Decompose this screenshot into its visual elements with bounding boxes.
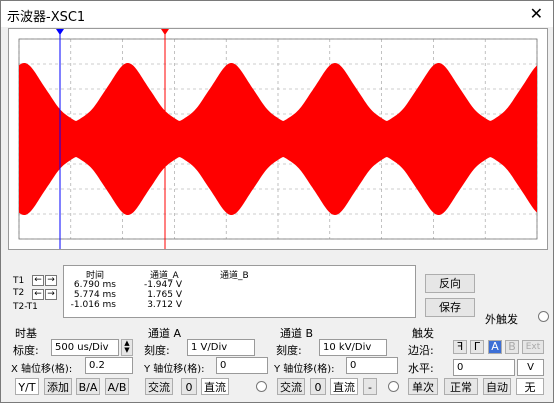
channel-a-ypos-field[interactable]: 0 [216, 357, 268, 374]
save-button[interactable]: 保存 [425, 298, 475, 317]
ch-a-t2: 1.765 V [147, 290, 182, 300]
t2-left-arrow-icon[interactable]: ← [32, 289, 44, 300]
ext-trigger-label: 外触发 [485, 313, 518, 326]
trigger-source-ext-button[interactable]: Ext [522, 340, 544, 354]
channel-b-ypos-field[interactable]: 0 [346, 357, 398, 374]
channel-b-ac-button[interactable]: 交流 [277, 378, 305, 395]
t2-right-arrow-icon[interactable]: → [45, 289, 57, 300]
channel-a-scale-field[interactable]: 1 V/Div [187, 339, 255, 356]
timebase-spinner-icon[interactable]: ▲ ▼ [121, 339, 133, 356]
trigger-level-unit[interactable]: V [517, 359, 544, 376]
channel-b-radio[interactable] [388, 381, 399, 392]
channel-b-scale-label: 刻度: [276, 344, 302, 357]
timebase-scale-label: 标度: [13, 344, 39, 357]
channel-b-zero-button[interactable]: 0 [310, 378, 326, 395]
timebase-xpos-label: X 轴位移(格): [11, 364, 73, 375]
trigger-none-button[interactable]: 无 [516, 378, 544, 395]
t1-right-arrow-icon[interactable]: → [45, 275, 57, 286]
row-label-t2-t1: T2-T1 [13, 302, 38, 312]
channel-a-dc-button[interactable]: 直流 [201, 378, 229, 395]
trigger-rising-edge-button[interactable]: ꟻ [453, 340, 467, 354]
reverse-button[interactable]: 反向 [425, 274, 475, 293]
trigger-level-label: 水平: [408, 362, 434, 375]
mode-add-button[interactable]: 添加 [44, 378, 72, 395]
row-label-t2: T2 [13, 288, 25, 298]
t1-left-arrow-icon[interactable]: ← [32, 275, 44, 286]
close-icon[interactable]: ✕ [530, 4, 543, 23]
timebase-scale-field[interactable]: 500 us/Div [51, 339, 119, 356]
cursor-readout: 时间 通道_A 通道_B 6.790 ms 5.774 ms -1.016 ms… [63, 265, 416, 318]
trigger-title: 触发 [412, 327, 434, 340]
mode-ab-button[interactable]: A/B [105, 378, 129, 395]
ext-trigger-radio[interactable] [538, 311, 549, 322]
channel-a-zero-button[interactable]: 0 [181, 378, 197, 395]
trigger-falling-edge-button[interactable]: ᒥ [470, 340, 484, 354]
scope-display[interactable] [8, 28, 548, 250]
scope-svg [18, 29, 538, 249]
channel-b-minus-button[interactable]: - [363, 378, 377, 395]
channel-a-radio[interactable] [256, 381, 267, 392]
ch-a-delta: 3.712 V [147, 300, 182, 310]
header-ch-b: 通道_B [220, 271, 249, 281]
trigger-auto-button[interactable]: 自动 [483, 378, 511, 395]
trigger-single-button[interactable]: 单次 [408, 378, 438, 395]
trigger-edge-label: 边沿: [408, 344, 434, 357]
channel-a-scale-label: 刻度: [144, 344, 170, 357]
window-title: 示波器-XSC1 [7, 10, 86, 25]
time-t2: 5.774 ms [73, 290, 116, 300]
mode-ba-button[interactable]: B/A [76, 378, 100, 395]
channel-b-dc-button[interactable]: 直流 [330, 378, 358, 395]
cursor-2-marker [161, 29, 169, 35]
channel-b-ypos-label: Y 轴位移(格): [274, 364, 335, 375]
cursor-1-marker [56, 29, 64, 35]
trigger-source-b-button[interactable]: B [505, 340, 519, 354]
oscilloscope-window: 示波器-XSC1 ✕ T1 T2 T2-T1 ← → ← → 时间 通道_A 通… [0, 0, 554, 403]
time-delta: -1.016 ms [70, 300, 116, 310]
timebase-xpos-field[interactable]: 0.2 [85, 357, 133, 374]
time-t1: 6.790 ms [73, 280, 116, 290]
channel-a-title: 通道 A [148, 327, 182, 340]
channel-a-trace [19, 63, 537, 215]
channel-a-ypos-label: Y 轴位移(格): [144, 364, 205, 375]
ch-a-t1: -1.947 V [143, 280, 182, 290]
row-label-t1: T1 [13, 276, 25, 286]
trigger-normal-button[interactable]: 正常 [444, 378, 478, 395]
trigger-source-a-button[interactable]: A [488, 340, 502, 354]
title-bar[interactable]: 示波器-XSC1 ✕ [1, 1, 553, 27]
channel-b-title: 通道 B [280, 327, 314, 340]
mode-yt-button[interactable]: Y/T [15, 378, 39, 395]
timebase-title: 时基 [15, 327, 37, 340]
channel-a-ac-button[interactable]: 交流 [145, 378, 173, 395]
trigger-level-field[interactable]: 0 [453, 359, 515, 376]
channel-b-scale-field[interactable]: 10 kV/Div [319, 339, 387, 356]
